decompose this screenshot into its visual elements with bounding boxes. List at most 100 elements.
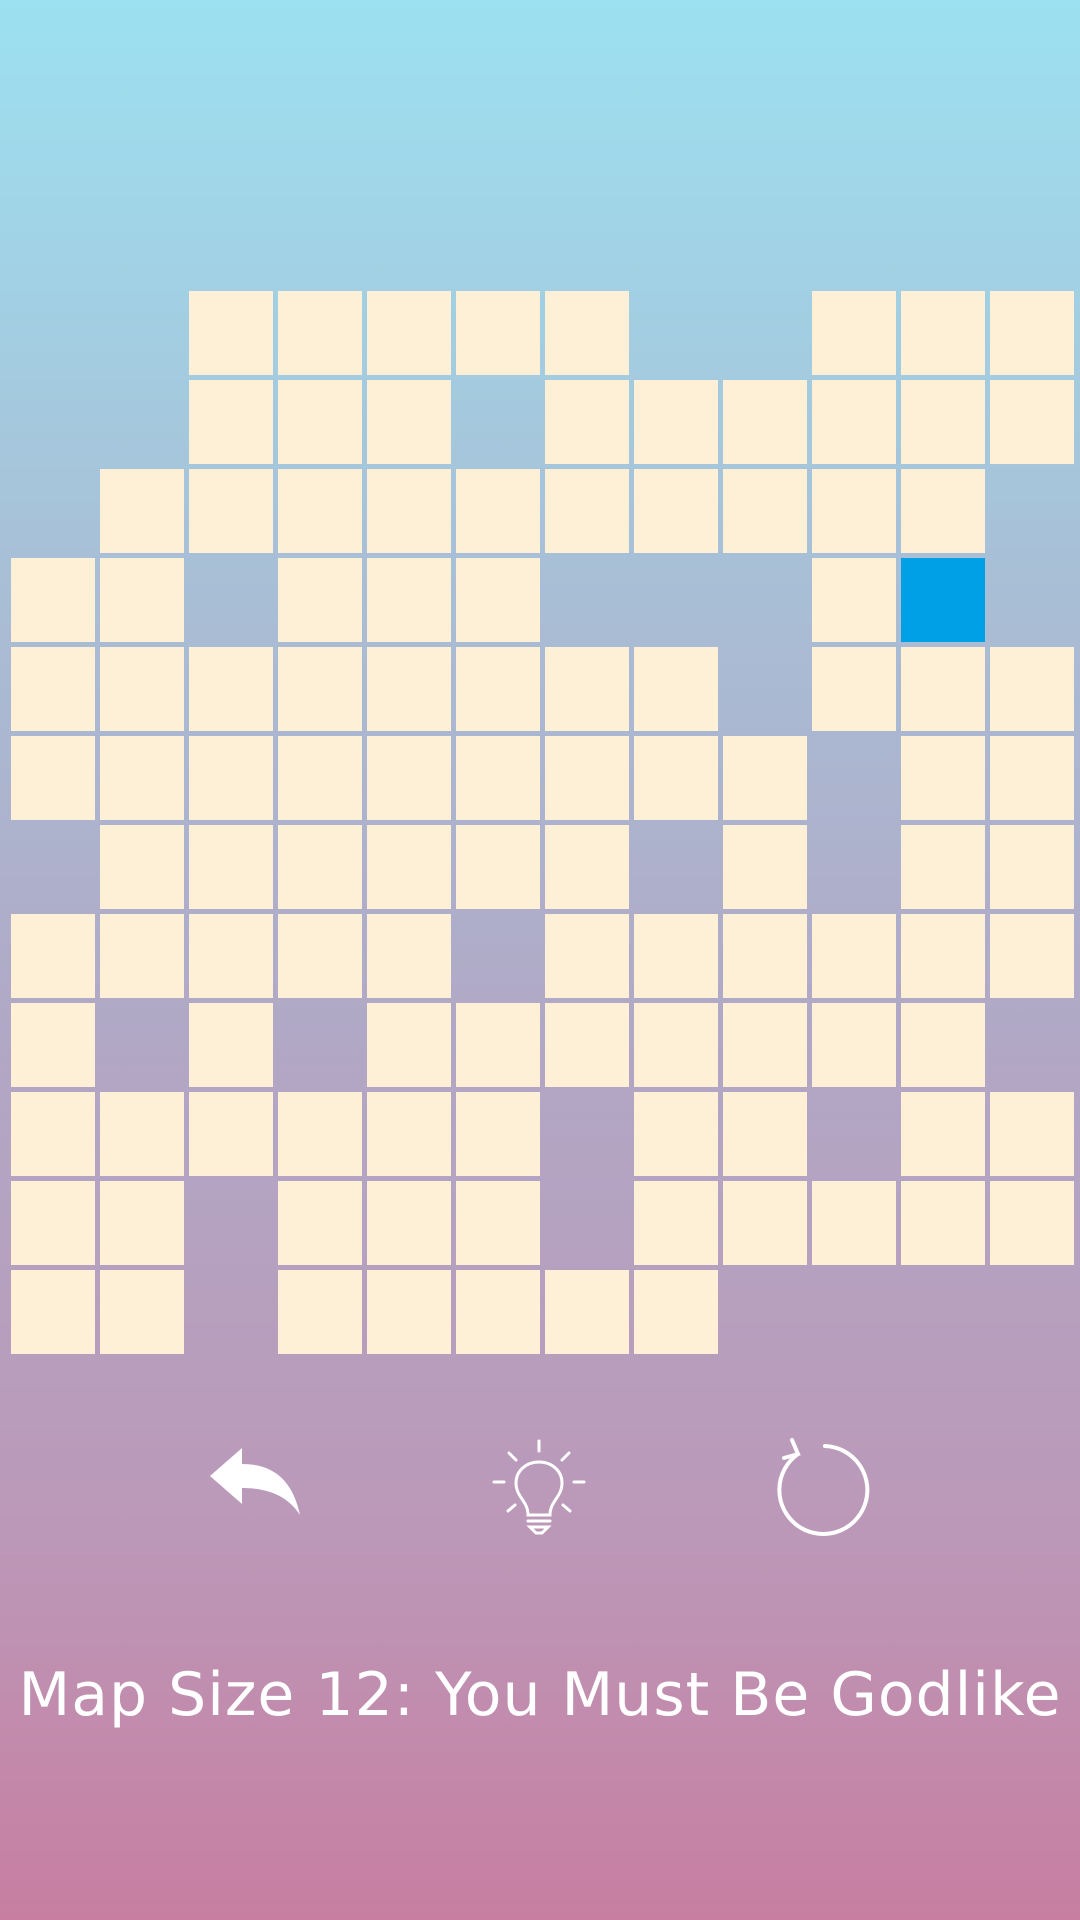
grid-tile[interactable] bbox=[100, 825, 184, 909]
grid-tile[interactable] bbox=[367, 825, 451, 909]
grid-tile[interactable] bbox=[545, 914, 629, 998]
grid-tile[interactable] bbox=[11, 1092, 95, 1176]
grid-tile[interactable] bbox=[189, 380, 273, 464]
grid-tile[interactable] bbox=[278, 914, 362, 998]
grid-tile[interactable] bbox=[189, 291, 273, 375]
grid-tile[interactable] bbox=[545, 647, 629, 731]
grid-tile[interactable] bbox=[812, 647, 896, 731]
grid-tile[interactable] bbox=[812, 1181, 896, 1265]
grid-tile[interactable] bbox=[100, 647, 184, 731]
grid-tile[interactable] bbox=[367, 914, 451, 998]
grid-tile[interactable] bbox=[634, 1270, 718, 1354]
grid-tile[interactable] bbox=[189, 1092, 273, 1176]
grid-tile[interactable] bbox=[11, 1181, 95, 1265]
grid-tile[interactable] bbox=[189, 825, 273, 909]
grid-tile[interactable] bbox=[278, 1181, 362, 1265]
grid-tile[interactable] bbox=[901, 469, 985, 553]
grid-tile[interactable] bbox=[189, 647, 273, 731]
grid-tile[interactable] bbox=[545, 1003, 629, 1087]
grid-tile[interactable] bbox=[990, 1092, 1074, 1176]
grid-tile[interactable] bbox=[456, 736, 540, 820]
grid-tile[interactable] bbox=[189, 914, 273, 998]
grid-tile[interactable] bbox=[456, 558, 540, 642]
grid-tile[interactable] bbox=[901, 825, 985, 909]
grid-tile[interactable] bbox=[367, 380, 451, 464]
grid-tile[interactable] bbox=[11, 647, 95, 731]
grid-tile[interactable] bbox=[723, 469, 807, 553]
grid-tile[interactable] bbox=[545, 469, 629, 553]
grid-tile[interactable] bbox=[367, 647, 451, 731]
grid-tile[interactable] bbox=[367, 291, 451, 375]
grid-tile[interactable] bbox=[100, 469, 184, 553]
grid-tile[interactable] bbox=[723, 825, 807, 909]
grid-tile[interactable] bbox=[901, 736, 985, 820]
grid-tile[interactable] bbox=[812, 914, 896, 998]
grid-tile[interactable] bbox=[634, 647, 718, 731]
grid-tile[interactable] bbox=[723, 380, 807, 464]
undo-button[interactable] bbox=[205, 1435, 315, 1545]
grid-tile[interactable] bbox=[723, 736, 807, 820]
grid-tile[interactable] bbox=[545, 1270, 629, 1354]
grid-tile[interactable] bbox=[11, 914, 95, 998]
grid-tile[interactable] bbox=[545, 380, 629, 464]
grid-tile[interactable] bbox=[367, 469, 451, 553]
grid-tile[interactable] bbox=[901, 291, 985, 375]
grid-tile[interactable] bbox=[812, 380, 896, 464]
grid-tile[interactable] bbox=[990, 736, 1074, 820]
grid-tile[interactable] bbox=[812, 1003, 896, 1087]
grid-tile[interactable] bbox=[100, 1270, 184, 1354]
grid-tile[interactable] bbox=[456, 1092, 540, 1176]
grid-tile[interactable] bbox=[723, 1092, 807, 1176]
grid-tile[interactable] bbox=[723, 914, 807, 998]
grid-tile[interactable] bbox=[278, 469, 362, 553]
grid-tile[interactable] bbox=[278, 291, 362, 375]
grid-tile[interactable] bbox=[634, 736, 718, 820]
grid-tile[interactable] bbox=[990, 1181, 1074, 1265]
grid-tile[interactable] bbox=[11, 1270, 95, 1354]
grid-tile[interactable] bbox=[723, 1181, 807, 1265]
grid-tile[interactable] bbox=[990, 291, 1074, 375]
grid-tile[interactable] bbox=[11, 558, 95, 642]
grid-tile[interactable] bbox=[456, 825, 540, 909]
grid-tile[interactable] bbox=[11, 1003, 95, 1087]
grid-tile[interactable] bbox=[545, 291, 629, 375]
grid-tile[interactable] bbox=[367, 1181, 451, 1265]
grid-tile[interactable] bbox=[367, 1270, 451, 1354]
grid-tile[interactable] bbox=[100, 558, 184, 642]
grid-tile[interactable] bbox=[456, 469, 540, 553]
grid-tile[interactable] bbox=[456, 1181, 540, 1265]
grid-tile[interactable] bbox=[456, 647, 540, 731]
grid-tile[interactable] bbox=[901, 1003, 985, 1087]
grid-tile[interactable] bbox=[278, 825, 362, 909]
restart-button[interactable] bbox=[765, 1435, 875, 1545]
grid-tile[interactable] bbox=[367, 558, 451, 642]
grid-tile[interactable] bbox=[723, 1003, 807, 1087]
grid-tile[interactable] bbox=[367, 1003, 451, 1087]
grid-tile[interactable] bbox=[634, 1181, 718, 1265]
grid-tile[interactable] bbox=[100, 914, 184, 998]
grid-tile[interactable] bbox=[634, 469, 718, 553]
grid-tile[interactable] bbox=[100, 1181, 184, 1265]
grid-tile[interactable] bbox=[990, 825, 1074, 909]
grid-tile[interactable] bbox=[189, 469, 273, 553]
hint-button[interactable] bbox=[484, 1435, 594, 1545]
grid-tile[interactable] bbox=[634, 380, 718, 464]
grid-tile[interactable] bbox=[812, 291, 896, 375]
grid-tile[interactable] bbox=[456, 1270, 540, 1354]
grid-tile[interactable] bbox=[634, 1092, 718, 1176]
grid-tile[interactable] bbox=[278, 1092, 362, 1176]
grid-tile[interactable] bbox=[11, 736, 95, 820]
grid-tile[interactable] bbox=[901, 380, 985, 464]
grid-tile[interactable] bbox=[189, 1003, 273, 1087]
grid-tile[interactable] bbox=[100, 736, 184, 820]
grid-tile[interactable] bbox=[367, 1092, 451, 1176]
grid-tile[interactable] bbox=[278, 380, 362, 464]
grid-tile[interactable] bbox=[278, 1270, 362, 1354]
grid-tile[interactable] bbox=[456, 291, 540, 375]
grid-tile[interactable] bbox=[634, 1003, 718, 1087]
grid-tile[interactable] bbox=[812, 558, 896, 642]
grid-tile[interactable] bbox=[278, 558, 362, 642]
grid-tile[interactable] bbox=[100, 1092, 184, 1176]
grid-tile[interactable] bbox=[901, 647, 985, 731]
grid-tile[interactable] bbox=[278, 647, 362, 731]
